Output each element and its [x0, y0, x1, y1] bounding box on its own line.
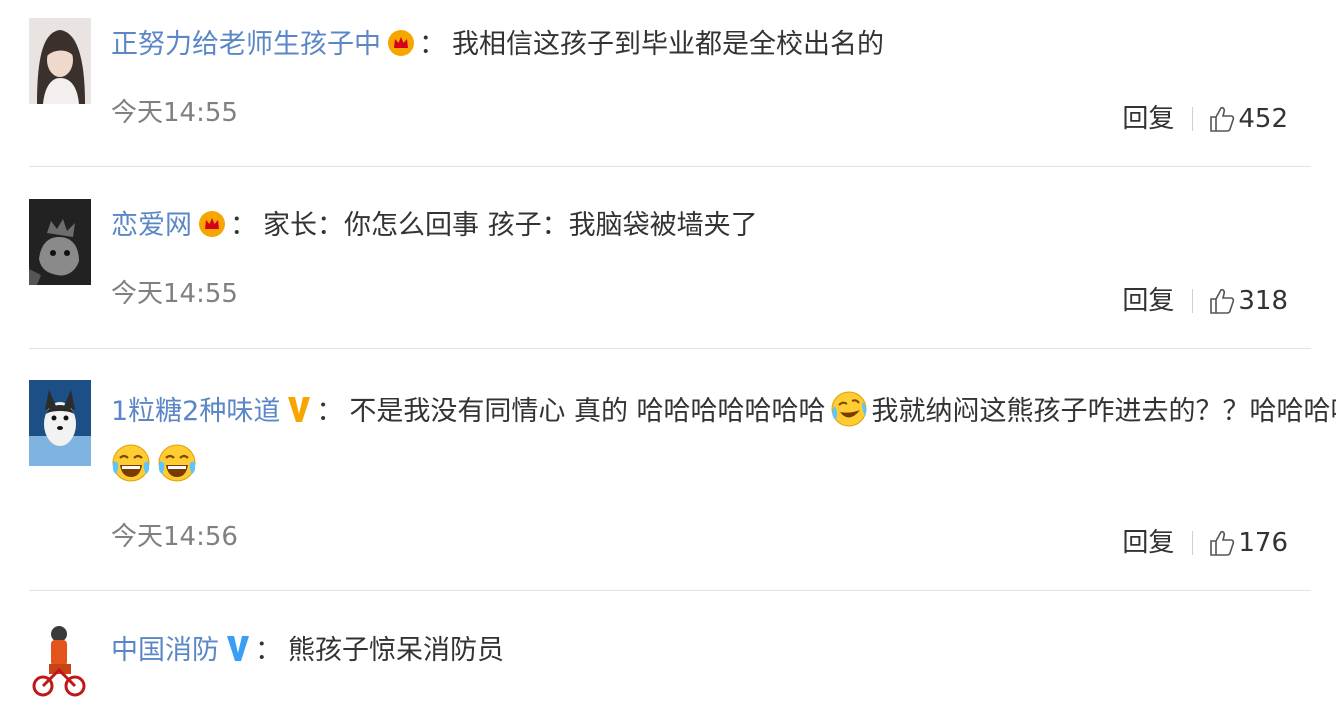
comment-time: 今天14:55 — [111, 98, 238, 128]
crown-icon[interactable] — [198, 210, 226, 238]
verified-v-icon[interactable] — [286, 394, 312, 424]
crying-laughing-tilted-emoji — [830, 390, 868, 428]
thumbs-up-icon — [1210, 288, 1235, 314]
like-button[interactable]: 452 — [1209, 102, 1288, 136]
divider — [29, 348, 1311, 349]
comment-time: 今天14:56 — [111, 522, 238, 552]
action-divider — [1192, 289, 1194, 313]
comment-actions: 回复 318 — [1122, 284, 1288, 318]
separator: ： — [316, 396, 344, 427]
like-button[interactable]: 176 — [1209, 526, 1288, 560]
avatar[interactable] — [29, 380, 91, 466]
separator: ： — [230, 210, 257, 241]
avatar-image — [29, 199, 91, 285]
comment-time: 今天14:55 — [111, 279, 238, 309]
like-button[interactable]: 318 — [1209, 284, 1288, 318]
comment-username[interactable]: 恋爱网 — [111, 210, 192, 241]
avatar[interactable] — [29, 199, 91, 285]
divider — [29, 166, 1311, 167]
like-count: 176 — [1238, 528, 1288, 558]
separator: ： — [255, 635, 282, 666]
laugh-cry-emoji — [111, 443, 151, 483]
reply-button[interactable]: 回复 — [1122, 284, 1174, 318]
comment-text: 熊孩子惊呆消防员 — [288, 635, 504, 666]
comment-actions: 回复 452 — [1122, 102, 1288, 136]
verified-v-icon[interactable] — [225, 633, 251, 663]
divider — [29, 590, 1311, 591]
comment-username[interactable]: 正努力给老师生孩子中 — [111, 29, 381, 60]
reply-button[interactable]: 回复 — [1122, 526, 1174, 560]
comment-text-continued: 我就纳闷这熊孩子咋进去的？？哈哈哈哈 — [871, 396, 1336, 427]
like-count: 318 — [1238, 286, 1288, 316]
crown-icon[interactable] — [387, 29, 415, 57]
like-count: 452 — [1238, 104, 1288, 134]
separator: ： — [419, 29, 446, 60]
avatar-image — [29, 620, 91, 706]
laugh-cry-emoji — [157, 443, 197, 483]
avatar-image — [29, 18, 91, 104]
avatar[interactable] — [29, 620, 91, 706]
avatar-image — [29, 380, 91, 466]
reply-button[interactable]: 回复 — [1122, 102, 1174, 136]
comment-actions: 回复 176 — [1122, 526, 1288, 560]
comment-username[interactable]: 1粒糖2种味道 — [111, 396, 280, 427]
comment-text: 我相信这孩子到毕业都是全校出名的 — [452, 29, 884, 60]
comment-text: 家长：你怎么回事 孩子：我脑袋被墙夹了 — [263, 210, 758, 241]
comment-username[interactable]: 中国消防 — [111, 635, 219, 666]
thumbs-up-icon — [1210, 106, 1235, 132]
comment-text: 不是我没有同情心 真的 哈哈哈哈哈哈哈 — [349, 396, 826, 427]
avatar[interactable] — [29, 18, 91, 104]
action-divider — [1192, 107, 1194, 131]
action-divider — [1192, 531, 1194, 555]
thumbs-up-icon — [1210, 530, 1235, 556]
